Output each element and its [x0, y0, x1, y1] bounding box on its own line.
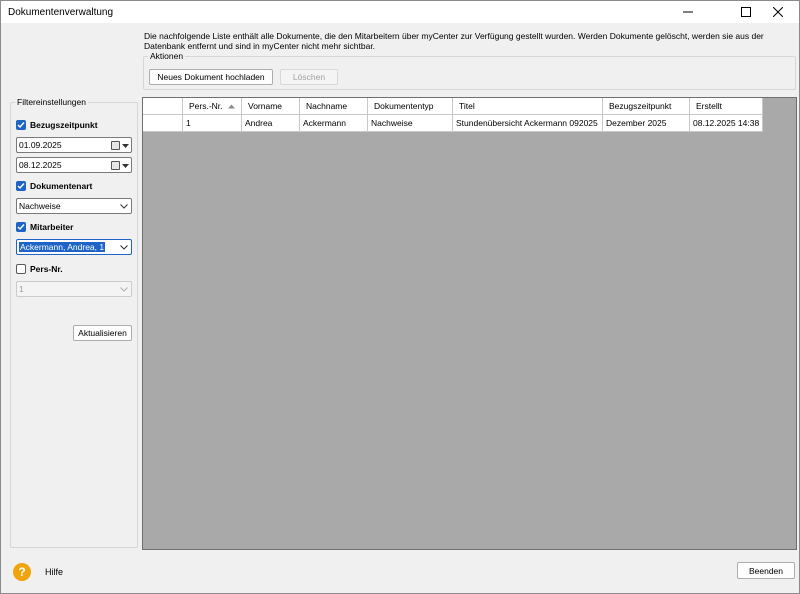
column-header-titel[interactable]: Titel [453, 98, 603, 115]
actions-group: Aktionen Neues Dokument hochladen Lösche… [143, 51, 796, 90]
date-from-picker[interactable]: 01.09.2025 [16, 137, 132, 153]
column-header-persnr[interactable]: Pers.-Nr. [183, 98, 242, 115]
help-label[interactable]: Hilfe [45, 567, 63, 577]
close-button[interactable] [756, 1, 800, 23]
mitarbeiter-checkbox-row[interactable]: Mitarbeiter [16, 221, 73, 233]
persnr-label: Pers-Nr. [30, 264, 63, 274]
date-from-value: 01.09.2025 [19, 140, 62, 150]
main-window: Dokumentenverwaltung Die nachfolgende Li… [0, 0, 800, 594]
table-cell[interactable]: Stundenübersicht Ackermann 092025 [453, 115, 603, 132]
client-area: Die nachfolgende Liste enthält alle Doku… [1, 23, 799, 593]
column-header-label: Bezugszeitpunkt [609, 101, 672, 111]
table-cell[interactable]: 08.12.2025 14:38 [690, 115, 763, 132]
table-cell[interactable]: Nachweise [368, 115, 453, 132]
check-icon [17, 183, 25, 190]
window-title: Dokumentenverwaltung [8, 7, 114, 18]
upload-document-button[interactable]: Neues Dokument hochladen [149, 69, 273, 85]
column-header-label: Erstellt [696, 101, 722, 111]
refresh-button[interactable]: Aktualisieren [73, 325, 132, 341]
chevron-down-icon[interactable] [120, 204, 128, 209]
column-header-label: Pers.-Nr. [189, 101, 223, 111]
delete-button[interactable]: Löschen [280, 69, 338, 85]
sort-ascending-icon [228, 104, 235, 109]
mitarbeiter-select[interactable]: Ackermann, Andrea, 1 [16, 239, 132, 255]
close-icon [773, 7, 783, 17]
calendar-icon[interactable] [111, 141, 120, 150]
chevron-down-icon [120, 287, 128, 292]
row-header[interactable] [143, 115, 183, 132]
table-cell[interactable]: Ackermann [300, 115, 368, 132]
documents-table[interactable]: Pers.-Nr. Vorname Nachname Dokumententyp… [142, 97, 797, 550]
persnr-checkbox[interactable] [16, 264, 26, 274]
date-to-picker[interactable]: 08.12.2025 [16, 157, 132, 173]
row-header-corner [143, 98, 183, 115]
bezugszeitpunkt-label: Bezugszeitpunkt [30, 120, 98, 130]
date-to-value: 08.12.2025 [19, 160, 62, 170]
column-header-dokumententyp[interactable]: Dokumententyp [368, 98, 453, 115]
table-cell[interactable]: 1 [183, 115, 242, 132]
chevron-down-icon[interactable] [122, 144, 129, 149]
quit-button[interactable]: Beenden [737, 562, 795, 579]
persnr-checkbox-row[interactable]: Pers-Nr. [16, 263, 63, 275]
filter-legend: Filtereinstellungen [15, 97, 88, 107]
description-text: Die nachfolgende Liste enthält alle Doku… [144, 31, 764, 51]
column-header-vorname[interactable]: Vorname [242, 98, 300, 115]
minimize-button[interactable] [666, 1, 710, 23]
bezugszeitpunkt-checkbox[interactable] [16, 120, 26, 130]
bezugszeitpunkt-checkbox-row[interactable]: Bezugszeitpunkt [16, 119, 98, 131]
mitarbeiter-checkbox[interactable] [16, 222, 26, 232]
chevron-down-icon[interactable] [120, 245, 128, 250]
actions-legend: Aktionen [148, 51, 186, 61]
dokumentenart-value: Nachweise [19, 201, 61, 211]
filter-settings-group: Filtereinstellungen Bezugszeitpunkt 01.0… [10, 97, 138, 548]
column-header-label: Dokumententyp [374, 101, 434, 111]
column-header-label: Titel [459, 101, 475, 111]
maximize-icon [741, 7, 751, 17]
column-header-nachname[interactable]: Nachname [300, 98, 368, 115]
table-row[interactable]: 1 Andrea Ackermann Nachweise Stundenüber… [143, 115, 763, 132]
table-cell[interactable]: Andrea [242, 115, 300, 132]
calendar-icon[interactable] [111, 161, 120, 170]
table-header: Pers.-Nr. Vorname Nachname Dokumententyp… [143, 98, 763, 115]
dokumentenart-checkbox-row[interactable]: Dokumentenart [16, 180, 92, 192]
mitarbeiter-label: Mitarbeiter [30, 222, 74, 232]
dokumentenart-label: Dokumentenart [30, 181, 93, 191]
dokumentenart-checkbox[interactable] [16, 181, 26, 191]
check-icon [17, 122, 25, 129]
column-header-erstellt[interactable]: Erstellt [690, 98, 763, 115]
persnr-select[interactable]: 1 [16, 281, 132, 297]
check-icon [17, 224, 25, 231]
title-bar[interactable]: Dokumentenverwaltung [1, 1, 799, 23]
persnr-value: 1 [19, 284, 24, 294]
chevron-down-icon[interactable] [122, 164, 129, 169]
dokumentenart-select[interactable]: Nachweise [16, 198, 132, 214]
help-icon[interactable]: ? [13, 563, 31, 581]
mitarbeiter-value: Ackermann, Andrea, 1 [19, 242, 106, 252]
column-header-label: Nachname [306, 101, 348, 111]
table-cell[interactable]: Dezember 2025 [603, 115, 690, 132]
column-header-bezugszeitpunkt[interactable]: Bezugszeitpunkt [603, 98, 690, 115]
minimize-icon [683, 11, 693, 13]
column-header-label: Vorname [248, 101, 283, 111]
